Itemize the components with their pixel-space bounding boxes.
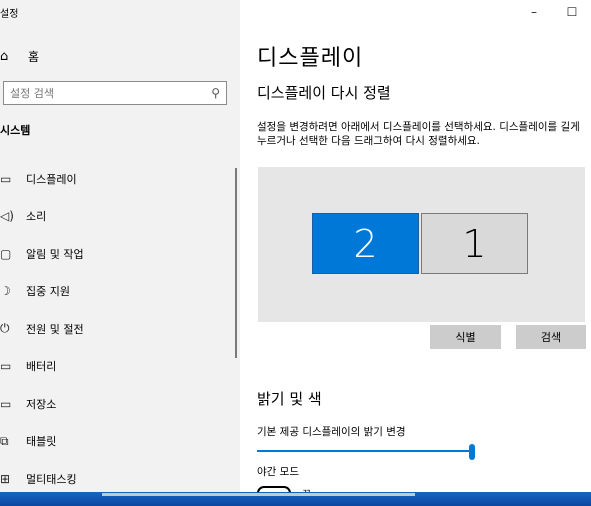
sidebar-item-multitasking[interactable]: ⊞ 멀티태스킹: [0, 460, 236, 492]
sidebar-item-label: 배터리: [26, 360, 57, 374]
sidebar-item-power[interactable]: ⏻ 전원 및 절전: [0, 310, 236, 348]
sidebar-item-focus-assist[interactable]: ☽ 집중 지원: [0, 273, 236, 311]
section-heading: 시스템: [0, 124, 31, 137]
sidebar-item-label: 소리: [26, 210, 47, 224]
tablet-icon: ⧉: [0, 433, 9, 448]
display-icon: ▭: [0, 171, 12, 186]
sidebar-item-notifications[interactable]: ▢ 알림 및 작업: [0, 235, 236, 273]
sidebar-nav: ▭ 디스플레이 ◁) 소리 ▢ 알림 및 작업 ☽ 집중 지원 ⏻ 전원 및 절…: [0, 160, 236, 492]
sidebar-item-home[interactable]: ⌂ 홈: [0, 46, 230, 66]
sidebar: 설정 ⌂ 홈 ⚲ 시스템 ▭ 디스플레이 ◁) 소리 ▢ 알림 및 작업 ☽ 집…: [0, 0, 240, 492]
brightness-slider[interactable]: [257, 444, 475, 460]
brightness-slider-thumb[interactable]: [469, 444, 475, 460]
speaker-icon: ◁): [0, 209, 14, 224]
window-controls: – ☐: [515, 0, 591, 26]
detect-button[interactable]: 검색: [516, 325, 586, 349]
search-icon[interactable]: ⚲: [211, 86, 220, 100]
sidebar-item-battery[interactable]: ▭ 배터리: [0, 348, 236, 386]
multitasking-icon: ⊞: [0, 471, 11, 486]
main-content: – ☐ 디스플레이 디스플레이 다시 정렬 설정을 변경하려면 아래에서 디스플…: [240, 0, 591, 492]
sidebar-scrollbar[interactable]: [235, 168, 237, 358]
power-icon: ⏻: [0, 321, 10, 336]
home-icon: ⌂: [0, 48, 9, 64]
brightness-heading: 밝기 및 색: [257, 390, 322, 408]
brightness-label: 기본 제공 디스플레이의 밝기 변경: [257, 426, 406, 438]
monitor-2[interactable]: 2: [312, 213, 419, 274]
brightness-slider-track: [257, 450, 475, 452]
sidebar-item-label: 집중 지원: [26, 285, 70, 299]
identify-button[interactable]: 식별: [430, 325, 501, 349]
sidebar-item-label: 전원 및 절전: [26, 322, 84, 336]
app-title: 설정: [0, 9, 19, 20]
maximize-button[interactable]: ☐: [553, 0, 591, 26]
display-arrangement-area[interactable]: 2 1: [258, 167, 585, 322]
sidebar-item-label: 저장소: [26, 397, 57, 411]
search-input[interactable]: [10, 86, 190, 100]
sidebar-item-display[interactable]: ▭ 디스플레이: [0, 160, 236, 198]
sidebar-item-label: 디스플레이: [26, 172, 77, 186]
notification-icon: ▢: [0, 246, 12, 261]
sidebar-item-label: 태블릿: [26, 435, 57, 449]
night-mode-label: 야간 모드: [257, 466, 299, 478]
page-title: 디스플레이: [257, 46, 364, 71]
storage-icon: ▭: [0, 396, 12, 411]
sidebar-item-label: 알림 및 작업: [26, 247, 84, 261]
taskbar-highlight: [102, 493, 415, 496]
sidebar-item-sound[interactable]: ◁) 소리: [0, 198, 236, 236]
search-box[interactable]: ⚲: [3, 81, 227, 105]
sidebar-item-label: 홈: [28, 49, 40, 64]
battery-icon: ▭: [0, 359, 12, 374]
monitor-1[interactable]: 1: [421, 213, 528, 274]
sidebar-item-storage[interactable]: ▭ 저장소: [0, 385, 236, 423]
rearrange-description: 설정을 변경하려면 아래에서 디스플레이를 선택하세요. 디스플레이를 길게 누…: [257, 121, 580, 147]
sidebar-item-label: 멀티태스킹: [26, 472, 77, 486]
minimize-button[interactable]: –: [515, 0, 553, 26]
rearrange-heading: 디스플레이 다시 정렬: [257, 84, 391, 102]
sidebar-item-tablet[interactable]: ⧉ 태블릿: [0, 423, 236, 461]
moon-icon: ☽: [0, 284, 11, 299]
